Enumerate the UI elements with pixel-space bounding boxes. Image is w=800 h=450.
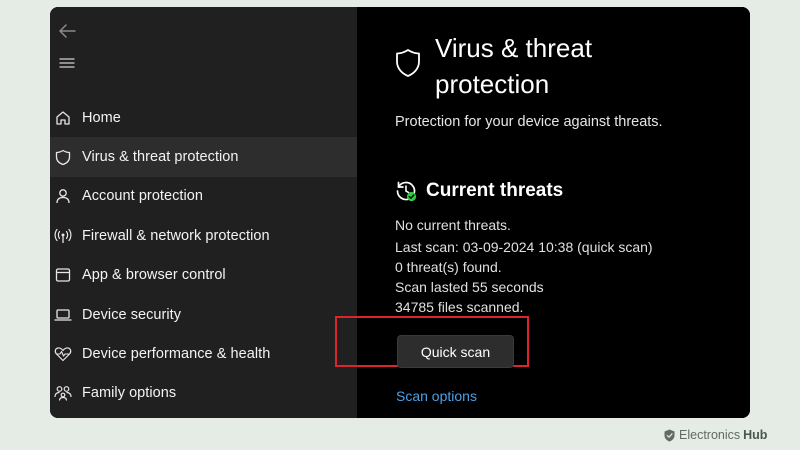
electronics-hub-watermark: Electronics Hub xyxy=(664,428,767,442)
sidebar-item-label: Account protection xyxy=(82,188,203,205)
laptop-icon xyxy=(54,306,72,324)
history-check-icon xyxy=(396,181,417,202)
family-icon xyxy=(54,384,72,402)
sidebar-item-label: App & browser control xyxy=(82,267,226,284)
sidebar-item-label: Virus & threat protection xyxy=(82,149,239,166)
sidebar-item-account-protection[interactable]: Account protection xyxy=(50,177,357,216)
sidebar-item-family-options[interactable]: Family options xyxy=(50,374,357,413)
threat-status: No current threats. xyxy=(395,217,511,233)
quick-scan-button[interactable]: Quick scan xyxy=(397,335,514,368)
app-window-icon xyxy=(54,266,72,284)
sidebar-item-device-performance-health[interactable]: Device performance & health xyxy=(50,334,357,373)
back-arrow-icon xyxy=(59,24,76,38)
sidebar-item-firewall-network-protection[interactable]: Firewall & network protection xyxy=(50,216,357,255)
current-threats-header: Current threats xyxy=(395,180,563,202)
page-description: Protection for your device against threa… xyxy=(395,114,663,130)
hamburger-menu-icon xyxy=(59,58,75,68)
shield-icon xyxy=(54,148,72,166)
page-title: Virus & threat protection xyxy=(435,33,593,99)
sidebar-item-app-browser-control[interactable]: App & browser control xyxy=(50,256,357,295)
sidebar-item-label: Firewall & network protection xyxy=(82,227,270,244)
back-button[interactable] xyxy=(54,18,80,44)
sidebar-nav: Home Virus & threat protection Account p… xyxy=(50,98,357,413)
sidebar-item-device-security[interactable]: Device security xyxy=(50,295,357,334)
page-header: Virus & threat protection xyxy=(395,30,635,102)
sidebar-item-virus-threat-protection[interactable]: Virus & threat protection xyxy=(50,137,357,177)
scan-duration-info: Scan lasted 55 seconds xyxy=(395,279,544,295)
antenna-icon xyxy=(54,227,72,245)
shield-icon xyxy=(396,49,420,77)
current-threats-title: Current threats xyxy=(426,180,564,201)
brand-name-bold: Hub xyxy=(743,428,768,442)
menu-button[interactable] xyxy=(54,50,80,76)
last-scan-info: Last scan: 03-09-2024 10:38 (quick scan) xyxy=(395,239,653,255)
sidebar-item-label: Family options xyxy=(82,385,177,402)
sidebar-item-label: Home xyxy=(82,109,121,126)
sidebar-item-label: Device performance & health xyxy=(82,346,271,363)
sidebar-item-home[interactable]: Home xyxy=(50,98,357,137)
person-icon xyxy=(54,187,72,205)
brand-shield-logo-icon xyxy=(664,429,675,441)
threat-info: No current threats. Last scan: 03-09-202… xyxy=(395,215,653,317)
heart-pulse-icon xyxy=(54,345,72,363)
sidebar-item-label: Device security xyxy=(82,306,182,323)
threats-found-info: 0 threat(s) found. xyxy=(395,259,502,275)
scan-options-link[interactable]: Scan options xyxy=(396,388,477,404)
home-icon xyxy=(54,109,72,127)
sidebar: Home Virus & threat protection Account p… xyxy=(50,7,357,418)
brand-name-light: Electronics xyxy=(679,428,741,442)
files-scanned-info: 34785 files scanned. xyxy=(395,299,524,315)
